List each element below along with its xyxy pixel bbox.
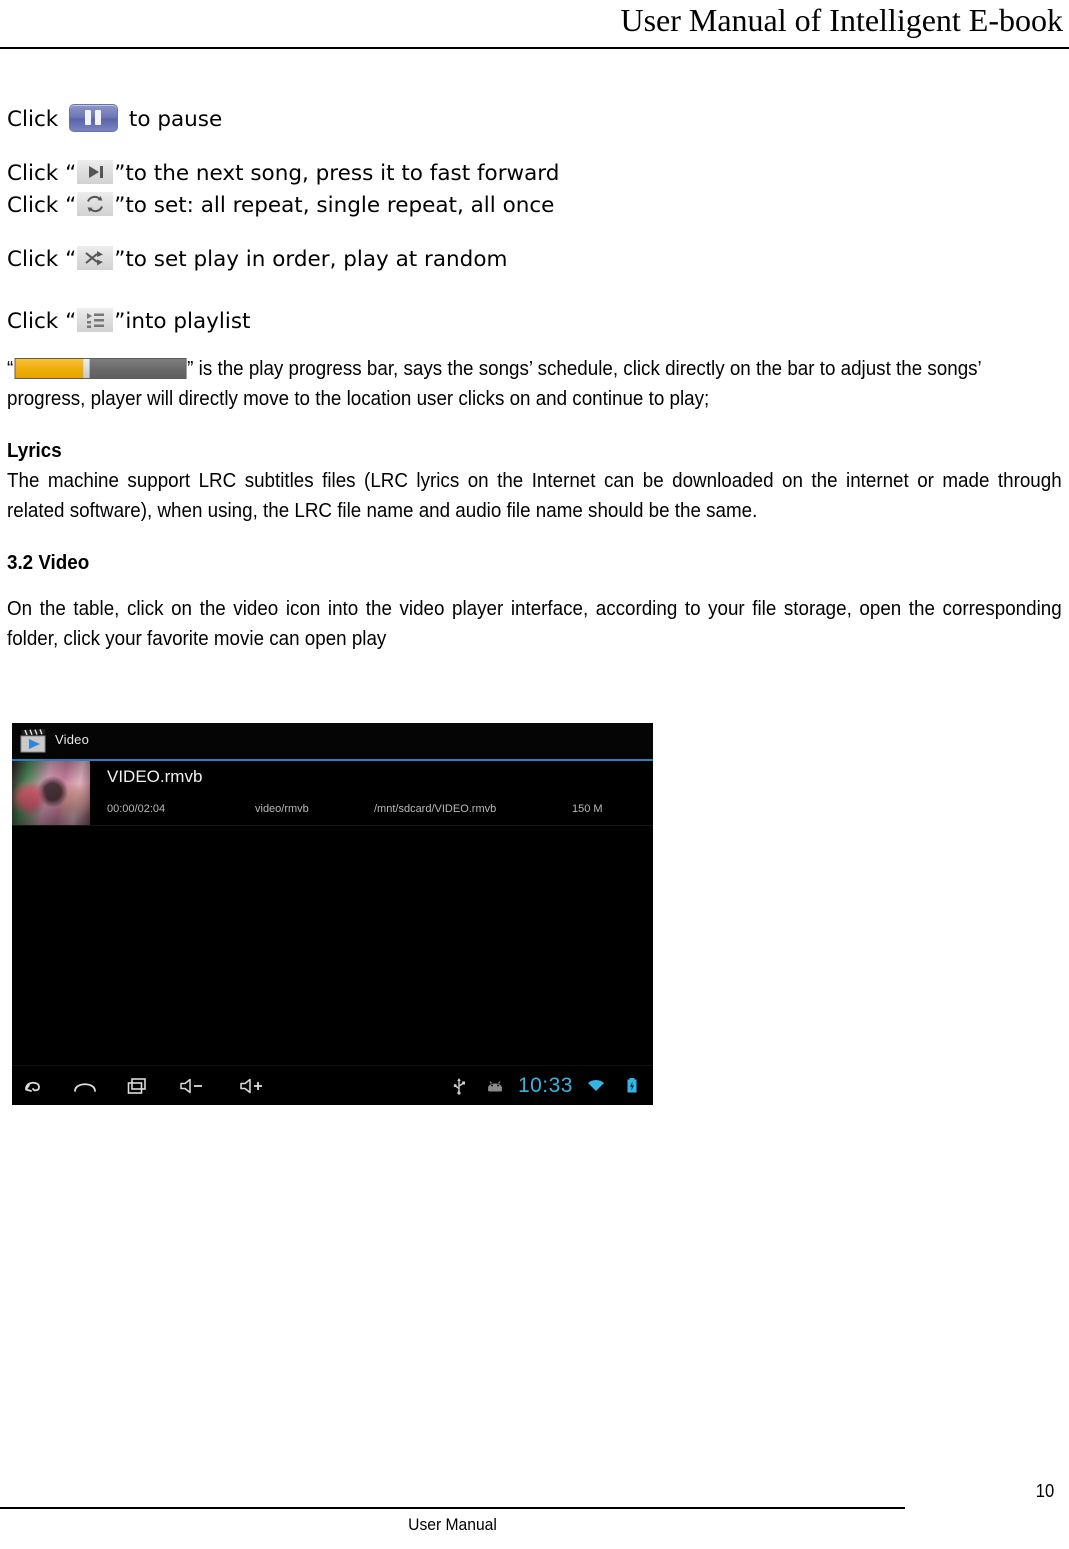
- pause-icon: [69, 104, 119, 132]
- playlist-icon: [77, 308, 114, 332]
- document-header: User Manual of Intelligent E-book: [0, 0, 1069, 50]
- footer-label: User Manual: [408, 1515, 497, 1534]
- progress-track: [89, 359, 186, 379]
- header-rule: [0, 47, 1069, 49]
- instruction-playlist: Click “ ”into playlist: [7, 306, 1062, 338]
- video-heading: 3.2 Video: [7, 552, 90, 574]
- recents-icon[interactable]: [124, 1073, 150, 1099]
- instruction-playlist-prefix: Click “: [7, 309, 77, 334]
- header-title: User Manual of Intelligent E-book: [620, 2, 1063, 38]
- instruction-shuffle: Click “ ”to set play in order, play at r…: [7, 244, 1062, 276]
- document-page: User Manual of Intelligent E-book Click …: [0, 0, 1069, 1549]
- back-icon[interactable]: [20, 1073, 46, 1099]
- instruction-playlist-suffix: ”into playlist: [114, 309, 251, 334]
- usb-icon: [446, 1073, 472, 1099]
- instruction-pause-suffix: to pause: [128, 107, 223, 132]
- document-footer: 10 User Manual: [0, 1459, 1069, 1549]
- wifi-icon: [583, 1073, 609, 1099]
- lyrics-heading: Lyrics: [7, 440, 62, 462]
- video-list-item[interactable]: VIDEO.rmvb 00:00/02:04 video/rmvb /mnt/s…: [12, 761, 653, 826]
- instruction-pause: Click to pause: [7, 104, 1062, 136]
- progress-open-quote: “: [7, 358, 14, 380]
- android-navigation-bar: 10:33: [12, 1065, 653, 1105]
- android-robot-icon: [482, 1073, 508, 1099]
- instruction-repeat: Click “ ”to set: all repeat, single repe…: [7, 190, 1062, 222]
- video-item-path: /mnt/sdcard/VIDEO.rmvb: [374, 803, 497, 815]
- instruction-next-suffix: ”to the next song, press it to fast forw…: [114, 161, 560, 186]
- clapperboard-icon: [20, 728, 48, 754]
- progress-bar-graphic: [14, 358, 187, 380]
- instruction-repeat-prefix: Click “: [7, 193, 77, 218]
- footer-rule: [0, 1507, 905, 1509]
- video-body: On the table, click on the video icon in…: [7, 598, 1062, 650]
- video-item-mime: video/rmvb: [255, 803, 309, 815]
- status-clock: 10:33: [517, 1074, 573, 1097]
- volume-up-icon[interactable]: [236, 1073, 270, 1099]
- lyrics-body: The machine support LRC subtitles files …: [7, 470, 1062, 522]
- navbar-status-group: 10:33: [446, 1066, 645, 1105]
- instruction-next: Click “ ”to the next song, press it to f…: [7, 158, 1062, 190]
- progress-bar-paragraph: “ ” is the play progress bar, says the s…: [7, 354, 1062, 414]
- video-thumbnail: [12, 761, 90, 825]
- video-player-screenshot: Video VIDEO.rmvb 00:00/02:04 video/rmvb …: [12, 723, 653, 1105]
- player-title-bar: Video: [12, 723, 653, 759]
- instruction-shuffle-suffix: ”to set play in order, play at random: [114, 247, 508, 272]
- instruction-next-prefix: Click “: [7, 161, 77, 186]
- progress-fill: [15, 359, 84, 379]
- navbar-left-group: [20, 1066, 270, 1105]
- home-icon[interactable]: [72, 1073, 98, 1099]
- page-number: 10: [1035, 1481, 1055, 1501]
- instruction-shuffle-prefix: Click “: [7, 247, 77, 272]
- player-content-area: [12, 826, 653, 1066]
- instruction-repeat-suffix: ”to set: all repeat, single repeat, all …: [114, 193, 555, 218]
- volume-down-icon[interactable]: [176, 1073, 210, 1099]
- document-body: Click to pause Click “ ”to the next song…: [7, 104, 1062, 654]
- video-item-duration: 00:00/02:04: [107, 803, 166, 815]
- repeat-icon: [77, 192, 114, 216]
- video-item-size: 150 M: [572, 803, 603, 815]
- instruction-pause-prefix: Click: [7, 107, 59, 132]
- video-item-title: VIDEO.rmvb: [107, 767, 203, 786]
- player-app-label: Video: [55, 732, 90, 747]
- next-track-icon: [77, 160, 114, 184]
- shuffle-icon: [77, 246, 114, 270]
- battery-icon: [619, 1073, 645, 1099]
